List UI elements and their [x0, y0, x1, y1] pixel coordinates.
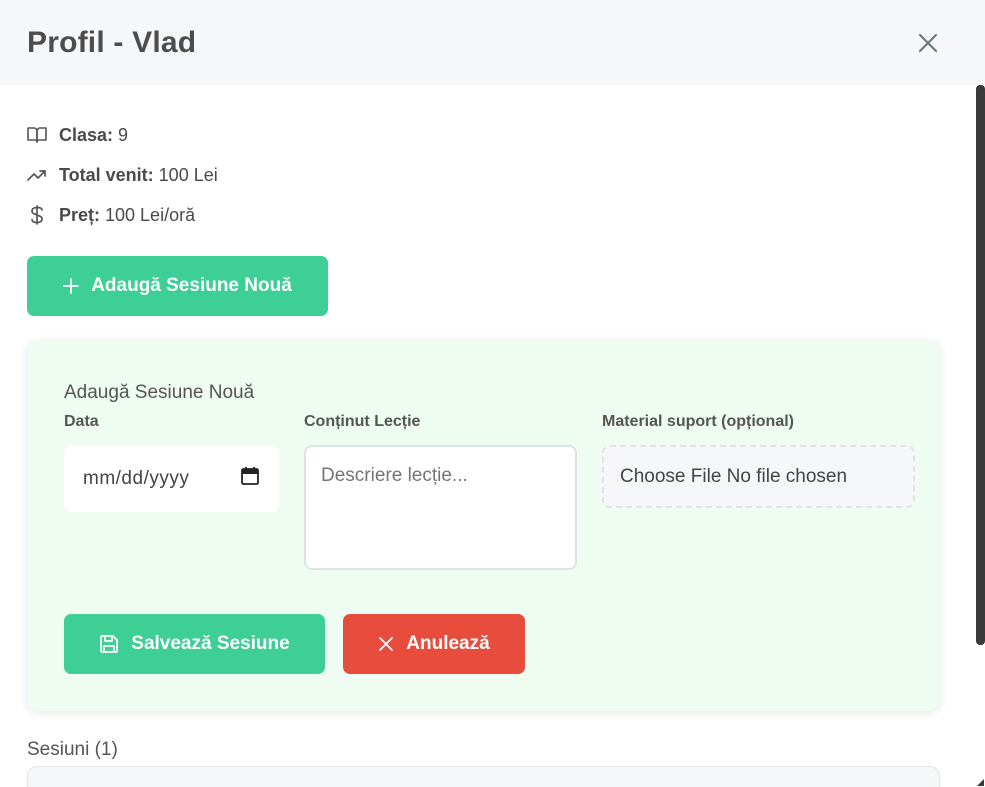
modal-header: Profil - Vlad — [0, 0, 985, 85]
scroll-down-arrow-icon[interactable] — [976, 776, 985, 787]
class-label: Clasa: — [59, 124, 114, 145]
date-input[interactable]: mm/dd/yyyy — [64, 445, 279, 512]
plus-icon — [63, 278, 80, 294]
dollar-icon — [27, 205, 47, 225]
profile-info: Clasa: 9 Total venit: 100 Lei Preț: 100 … — [27, 122, 218, 242]
content-label: Conținut Lecție — [304, 413, 421, 430]
file-input[interactable]: Choose File No file chosen — [602, 445, 915, 508]
material-label: Material suport (opțional) — [602, 413, 794, 430]
page-title: Profil - Vlad — [27, 25, 197, 59]
income-row: Total venit: 100 Lei — [27, 162, 218, 188]
new-session-form: Adaugă Sesiune Nouă Data mm/dd/yyyy Conț… — [27, 340, 940, 711]
date-placeholder: mm/dd/yyyy — [83, 467, 190, 489]
save-session-button[interactable]: Salvează Sesiune — [64, 614, 325, 674]
file-input-text: Choose File No file chosen — [620, 465, 848, 487]
close-button[interactable] — [913, 28, 943, 58]
income-value: 100 Lei — [158, 164, 218, 185]
price-value: 100 Lei/oră — [105, 204, 196, 225]
cancel-label: Anulează — [406, 633, 490, 654]
add-session-button[interactable]: Adaugă Sesiune Nouă — [27, 256, 328, 316]
price-row: Preț: 100 Lei/oră — [27, 202, 218, 228]
x-icon — [378, 636, 394, 652]
save-icon — [99, 634, 119, 654]
calendar-icon[interactable] — [241, 466, 259, 491]
book-icon — [27, 125, 47, 145]
save-session-label: Salvează Sesiune — [131, 633, 290, 654]
sessions-title: Sesiuni (1) — [27, 739, 118, 760]
cancel-button[interactable]: Anulează — [343, 614, 525, 674]
lesson-content-input[interactable] — [304, 445, 577, 570]
class-row: Clasa: 9 — [27, 122, 218, 148]
scrollbar[interactable] — [976, 85, 985, 645]
session-card[interactable] — [27, 766, 940, 787]
price-label: Preț: — [59, 204, 101, 225]
income-label: Total venit: — [59, 164, 154, 185]
class-value: 9 — [118, 124, 129, 145]
close-icon — [918, 33, 938, 52]
date-label: Data — [64, 413, 99, 430]
add-session-label: Adaugă Sesiune Nouă — [91, 275, 292, 296]
trending-up-icon — [27, 165, 47, 185]
form-title: Adaugă Sesiune Nouă — [64, 382, 255, 403]
